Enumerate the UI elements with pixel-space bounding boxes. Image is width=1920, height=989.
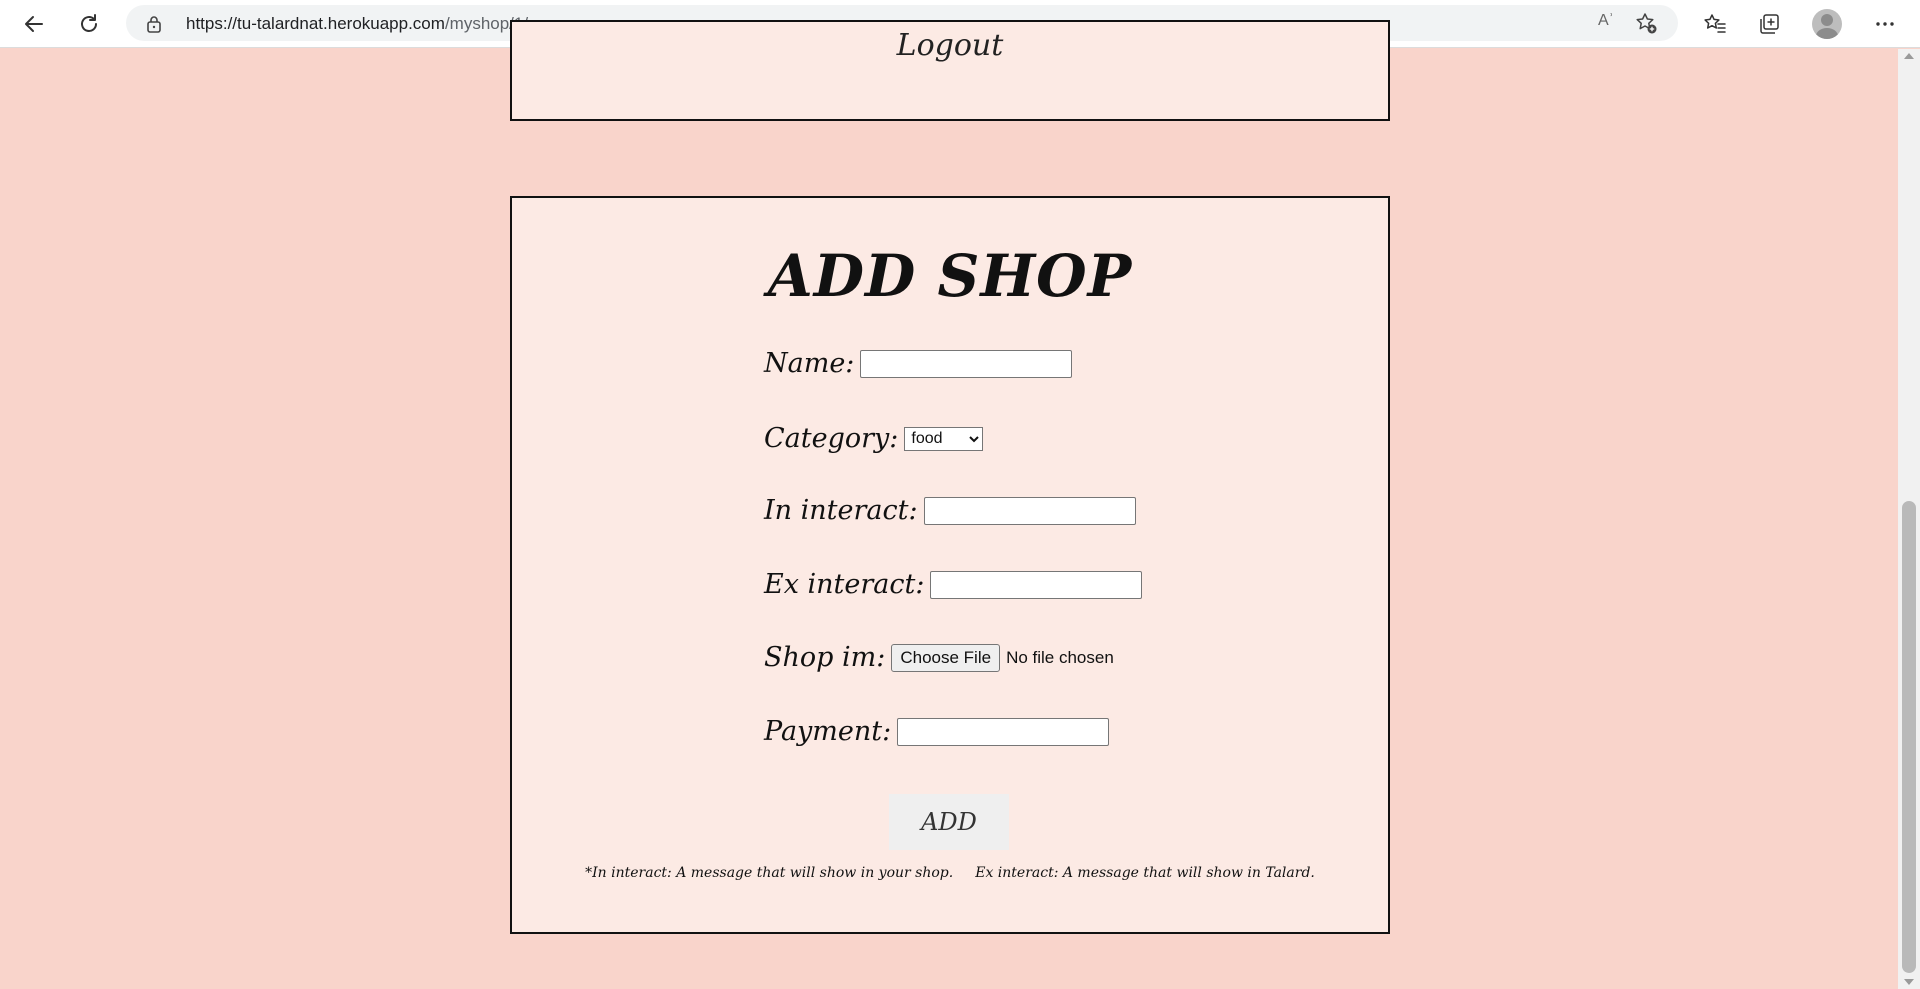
scroll-up-arrow-icon[interactable]: [1904, 53, 1914, 59]
ex-interact-note: Ex interact: A message that will show in…: [975, 865, 1315, 881]
category-row: Category: food: [764, 423, 984, 454]
category-label: Category:: [764, 423, 899, 454]
form-title: ADD SHOP: [767, 242, 1133, 310]
scrollbar-thumb[interactable]: [1902, 501, 1916, 973]
add-favorite-icon[interactable]: [1634, 11, 1658, 39]
name-label: Name:: [764, 348, 855, 379]
in-interact-label: In interact:: [764, 495, 918, 526]
file-status-text: No file chosen: [1006, 647, 1114, 667]
shop-image-row: Shop im: Choose File No file chosen: [764, 642, 1114, 673]
scroll-down-arrow-icon[interactable]: [1904, 979, 1914, 985]
add-button[interactable]: ADD: [889, 794, 1009, 850]
category-select[interactable]: food: [904, 426, 984, 451]
collections-icon[interactable]: [1752, 8, 1786, 40]
more-menu-icon[interactable]: [1868, 8, 1902, 40]
choose-file-button[interactable]: Choose File: [891, 643, 1001, 672]
back-icon[interactable]: [17, 8, 51, 40]
payment-row: Payment:: [764, 716, 1110, 747]
refresh-icon[interactable]: [72, 8, 106, 40]
logout-link[interactable]: Logout: [512, 28, 1388, 63]
url-text[interactable]: https://tu-talardnat.herokuapp.com/mysho…: [186, 14, 528, 34]
help-note: *In interact: A message that will show i…: [512, 865, 1388, 881]
shop-image-label: Shop im:: [764, 642, 886, 673]
name-row: Name:: [764, 348, 1073, 379]
ex-interact-input[interactable]: [930, 570, 1143, 599]
read-aloud-icon[interactable]: Aʾ: [1598, 12, 1614, 30]
payment-input[interactable]: [897, 717, 1110, 746]
ex-interact-row: Ex interact:: [764, 569, 1143, 600]
name-input[interactable]: [860, 349, 1073, 378]
ex-interact-label: Ex interact:: [764, 569, 925, 600]
account-panel: Logout: [510, 20, 1390, 121]
in-interact-note: *In interact: A message that will show i…: [585, 865, 954, 881]
add-shop-form: ADD SHOP Name: Category: food In interac…: [510, 196, 1390, 934]
profile-avatar[interactable]: [1812, 9, 1842, 39]
favorites-icon[interactable]: [1698, 8, 1732, 40]
payment-label: Payment:: [764, 716, 892, 747]
vertical-scrollbar[interactable]: [1898, 49, 1920, 989]
in-interact-input[interactable]: [923, 496, 1136, 525]
in-interact-row: In interact:: [764, 495, 1136, 526]
lock-icon[interactable]: [146, 15, 162, 37]
